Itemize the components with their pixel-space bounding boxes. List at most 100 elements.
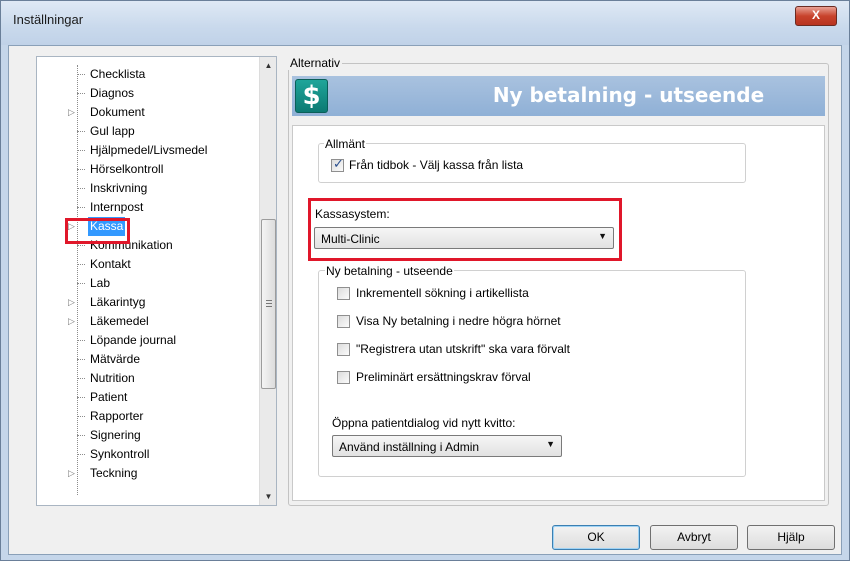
expand-arrow-icon[interactable]: ▷ xyxy=(68,103,78,122)
tree-item[interactable]: Gul lapp xyxy=(37,122,259,141)
tree-connector-line xyxy=(77,150,85,151)
tree-connector-line xyxy=(77,454,85,455)
kassasystem-dropdown[interactable]: Multi-Clinic ▼ xyxy=(314,227,614,249)
tree-item[interactable]: ▷ Läkarintyg xyxy=(37,293,259,312)
tree-item-label: Teckning xyxy=(90,466,138,480)
oppna-patientdialog-value: Använd inställning i Admin xyxy=(339,440,480,454)
tree-item[interactable]: Hjälpmedel/Livsmedel xyxy=(37,141,259,160)
ok-button[interactable]: OK xyxy=(552,525,640,550)
help-button[interactable]: Hjälp xyxy=(747,525,835,550)
tree-connector-line xyxy=(77,340,85,341)
alternativ-group-label: Alternativ xyxy=(288,56,343,70)
cancel-button[interactable]: Avbryt xyxy=(650,525,738,550)
tree-connector-line xyxy=(77,435,85,436)
expand-arrow-icon[interactable]: ▷ xyxy=(68,293,78,312)
tree-item[interactable]: Inskrivning xyxy=(37,179,259,198)
preliminart-ersattningskrav-checkbox[interactable] xyxy=(337,371,350,384)
tree-item-label: Nutrition xyxy=(90,371,135,385)
tree-connector-line xyxy=(77,93,85,94)
tree-connector-line xyxy=(77,359,85,360)
tree-item-label: Hörselkontroll xyxy=(90,162,164,176)
expand-arrow-icon[interactable]: ▷ xyxy=(68,464,78,483)
registrera-utan-utskrift-checkbox[interactable] xyxy=(337,343,350,356)
allmant-group-label: Allmänt xyxy=(324,137,367,151)
tree-connector-line xyxy=(77,245,85,246)
tree-item-label: Signering xyxy=(90,428,141,442)
tree-item-label: Diagnos xyxy=(90,86,135,100)
tree-item-label: Gul lapp xyxy=(90,124,135,138)
tree-connector-line xyxy=(77,378,85,379)
tree-item[interactable]: Internpost xyxy=(37,198,259,217)
tree-item-label: Dokument xyxy=(90,105,145,119)
tree-item[interactable]: Diagnos xyxy=(37,84,259,103)
tree-connector-line xyxy=(77,397,85,398)
tree-connector-line xyxy=(77,416,85,417)
dollar-icon: $ xyxy=(295,79,328,113)
close-icon: X xyxy=(811,8,820,22)
section-title: Ny betalning - utseende xyxy=(492,83,765,107)
fran-tidbok-checkbox[interactable] xyxy=(331,157,344,172)
tree-item[interactable]: Lab xyxy=(37,274,259,293)
tree-item[interactable]: Synkontroll xyxy=(37,445,259,464)
ny-betalning-group-label: Ny betalning - utseende xyxy=(325,264,454,278)
tree-item-label: Synkontroll xyxy=(90,447,150,461)
tree-item-label: Rapporter xyxy=(90,409,144,423)
settings-window: Inställningar X Checklista Diagnos ▷ Dokume… xyxy=(0,0,850,561)
preliminart-ersattningskrav-label: Preliminärt ersättningskrav förval xyxy=(356,370,531,384)
oppna-patientdialog-dropdown[interactable]: Använd inställning i Admin ▼ xyxy=(332,435,562,457)
title-bar[interactable]: Inställningar X xyxy=(1,1,849,45)
tree-item-label: Mätvärde xyxy=(90,352,141,366)
chevron-down-icon: ▼ xyxy=(598,231,607,241)
tree-connector-line xyxy=(77,283,85,284)
visa-ny-betalning-label: Visa Ny betalning i nedre högra hörnet xyxy=(356,314,561,328)
visa-ny-betalning-checkbox[interactable] xyxy=(337,315,350,328)
dialog-client-area: Checklista Diagnos ▷ Dokument Gul lapp Hjälpm… xyxy=(8,45,842,555)
tree-item-label: Läkemedel xyxy=(90,314,149,328)
tree-item[interactable]: Rapporter xyxy=(37,407,259,426)
tree-connector-line xyxy=(77,74,85,75)
tree-scrollbar[interactable]: ▲ ▼ xyxy=(259,57,276,505)
tree-item[interactable]: Nutrition xyxy=(37,369,259,388)
tree-connector-line xyxy=(77,264,85,265)
chevron-down-icon: ▼ xyxy=(546,439,555,449)
tree-item-label: Inskrivning xyxy=(90,181,148,195)
tree-item[interactable]: Signering xyxy=(37,426,259,445)
kassa-highlight-box xyxy=(65,218,130,244)
settings-content-panel: Allmänt Från tidbok - Välj kassa från li… xyxy=(292,125,825,501)
window-title: Inställningar xyxy=(13,12,84,27)
tree-item-label: Checklista xyxy=(90,67,146,81)
kassasystem-value: Multi-Clinic xyxy=(321,232,380,246)
tree-list: Checklista Diagnos ▷ Dokument Gul lapp Hjälpm… xyxy=(37,65,259,483)
close-button[interactable]: X xyxy=(795,6,837,26)
tree-item[interactable]: Patient xyxy=(37,388,259,407)
scroll-up-arrow-icon[interactable]: ▲ xyxy=(260,57,277,74)
tree-connector-line xyxy=(77,207,85,208)
tree-item-label: Löpande journal xyxy=(90,333,177,347)
tree-item-label: Internpost xyxy=(90,200,144,214)
tree-connector-line xyxy=(77,169,85,170)
tree-item-label: Patient xyxy=(90,390,128,404)
tree-item[interactable]: ▷ Teckning xyxy=(37,464,259,483)
inkrementell-sokning-checkbox[interactable] xyxy=(337,287,350,300)
tree-item[interactable]: ▷ Läkemedel xyxy=(37,312,259,331)
settings-tree[interactable]: Checklista Diagnos ▷ Dokument Gul lapp Hjälpm… xyxy=(36,56,277,506)
tree-connector-line xyxy=(77,188,85,189)
oppna-patientdialog-label: Öppna patientdialog vid nytt kvitto: xyxy=(332,416,516,430)
tree-item[interactable]: ▷ Dokument xyxy=(37,103,259,122)
tree-item-label: Lab xyxy=(90,276,111,290)
tree-item[interactable]: Hörselkontroll xyxy=(37,160,259,179)
tree-item[interactable]: Löpande journal xyxy=(37,331,259,350)
kassasystem-label: Kassasystem: xyxy=(315,207,390,221)
registrera-utan-utskrift-label: "Registrera utan utskrift" ska vara förv… xyxy=(356,342,570,356)
tree-item[interactable]: Mätvärde xyxy=(37,350,259,369)
tree-item[interactable]: Kontakt xyxy=(37,255,259,274)
tree-connector-line xyxy=(77,131,85,132)
scroll-thumb[interactable] xyxy=(261,219,276,389)
tree-item-label: Hjälpmedel/Livsmedel xyxy=(90,143,208,157)
tree-item-label: Kontakt xyxy=(90,257,131,271)
tree-item[interactable]: Checklista xyxy=(37,65,259,84)
expand-arrow-icon[interactable]: ▷ xyxy=(68,312,78,331)
scroll-down-arrow-icon[interactable]: ▼ xyxy=(260,488,277,505)
tree-item-label: Läkarintyg xyxy=(90,295,146,309)
section-header-banner: $ Ny betalning - utseende xyxy=(292,76,825,116)
